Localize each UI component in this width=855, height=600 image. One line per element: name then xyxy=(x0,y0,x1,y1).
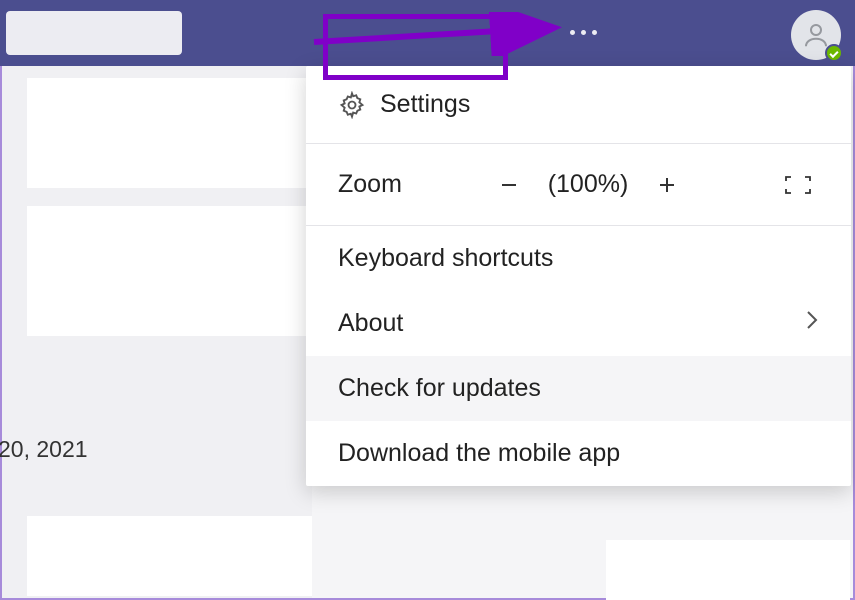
about-menu-item[interactable]: About xyxy=(306,291,851,356)
list-item[interactable] xyxy=(27,78,312,188)
content-card xyxy=(606,540,850,600)
fullscreen-button[interactable] xyxy=(777,174,819,196)
presence-available-icon xyxy=(825,44,843,62)
profile-button[interactable] xyxy=(791,10,841,60)
zoom-label: Zoom xyxy=(338,170,478,199)
list-item[interactable] xyxy=(27,516,312,596)
menu-item-label: Download the mobile app xyxy=(338,439,620,468)
keyboard-shortcuts-menu-item[interactable]: Keyboard shortcuts xyxy=(306,226,851,291)
fullscreen-icon xyxy=(784,174,812,196)
search-input[interactable] xyxy=(6,11,182,55)
menu-item-label: Check for updates xyxy=(338,374,541,403)
menu-item-label: Keyboard shortcuts xyxy=(338,244,553,273)
settings-label: Settings xyxy=(380,90,470,119)
titlebar xyxy=(0,0,855,66)
zoom-value: (100%) xyxy=(540,170,636,199)
list-item[interactable] xyxy=(27,206,312,336)
menu-item-label: About xyxy=(338,309,403,338)
side-panel: 20, 2021 xyxy=(2,66,312,598)
chevron-right-icon xyxy=(805,309,819,338)
download-app-menu-item[interactable]: Download the mobile app xyxy=(306,421,851,486)
check-updates-menu-item[interactable]: Check for updates xyxy=(306,356,851,421)
settings-menu-item[interactable]: Settings xyxy=(306,66,851,143)
content-area: 20, 2021 Settings Zoom (100%) xyxy=(0,66,855,600)
zoom-out-button[interactable] xyxy=(488,173,530,197)
minus-icon xyxy=(497,173,521,197)
zoom-control: Zoom (100%) xyxy=(306,144,851,225)
more-options-menu: Settings Zoom (100%) Keyboard shortcuts … xyxy=(306,66,851,486)
zoom-in-button[interactable] xyxy=(646,173,688,197)
date-header: 20, 2021 xyxy=(0,436,88,463)
plus-icon xyxy=(655,173,679,197)
more-options-button[interactable] xyxy=(564,24,603,41)
gear-icon xyxy=(338,91,366,119)
